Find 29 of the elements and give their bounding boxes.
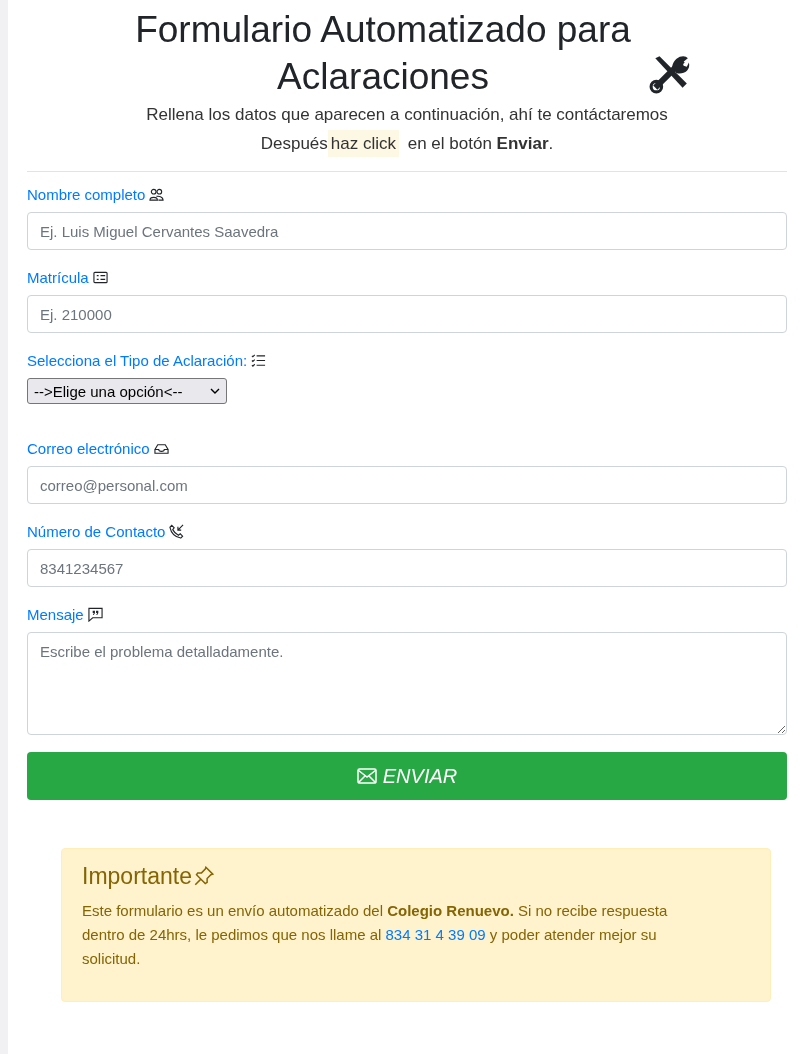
message-textarea[interactable]: Escribe el problema detalladamente. bbox=[27, 632, 787, 735]
phone-incoming-icon bbox=[169, 524, 185, 539]
chevron-down-icon bbox=[210, 388, 220, 394]
field-label: Correo electrónico bbox=[27, 440, 150, 457]
page-title: Formulario Automatizado para Aclaraciones bbox=[134, 8, 632, 99]
envelope-icon bbox=[356, 768, 377, 784]
highlighted-text: haz click bbox=[327, 130, 399, 157]
field-label: Matrícula bbox=[27, 269, 89, 286]
submit-button[interactable]: ENVIAR bbox=[27, 752, 787, 800]
alert-heading: Importante bbox=[82, 862, 192, 891]
inbox-icon bbox=[153, 441, 169, 456]
text-input[interactable]: correo@personal.com bbox=[27, 466, 787, 504]
people-icon bbox=[149, 187, 165, 202]
dropdown[interactable]: -->Elige una opción<-- bbox=[27, 378, 227, 404]
field-label: Número de Contacto bbox=[27, 523, 166, 540]
text-input[interactable]: Ej. 210000 bbox=[27, 295, 787, 333]
phone-link[interactable]: 834 31 4 39 09 bbox=[385, 926, 486, 943]
instruction-text: Rellena los datos que aparecen a continuación, ahí te contáctaremos bbox=[145, 104, 669, 126]
checklist-icon bbox=[251, 353, 267, 368]
id-card-icon bbox=[92, 270, 108, 285]
alert-message: Este formulario es un envío automatizado del Colegio Renuevo. Si no recibe respuesta dentro de 24hrs, le pedimos que nos llame al 834 31 4 39 09 y poder atender mejor su solicitud. bbox=[82, 901, 669, 969]
field-label: Mensaje bbox=[27, 606, 84, 623]
text-input[interactable]: 8341234567 bbox=[27, 549, 787, 587]
field-label: Nombre completo bbox=[27, 186, 146, 203]
instruction-text: Después haz click en el botón Enviar. bbox=[27, 129, 787, 158]
pin-icon bbox=[193, 866, 214, 886]
text-input[interactable]: Ej. Luis Miguel Cervantes Saavedra bbox=[27, 212, 787, 250]
field-label: Selecciona el Tipo de Aclaración: bbox=[27, 352, 248, 369]
quote-bubble-icon bbox=[87, 607, 103, 622]
